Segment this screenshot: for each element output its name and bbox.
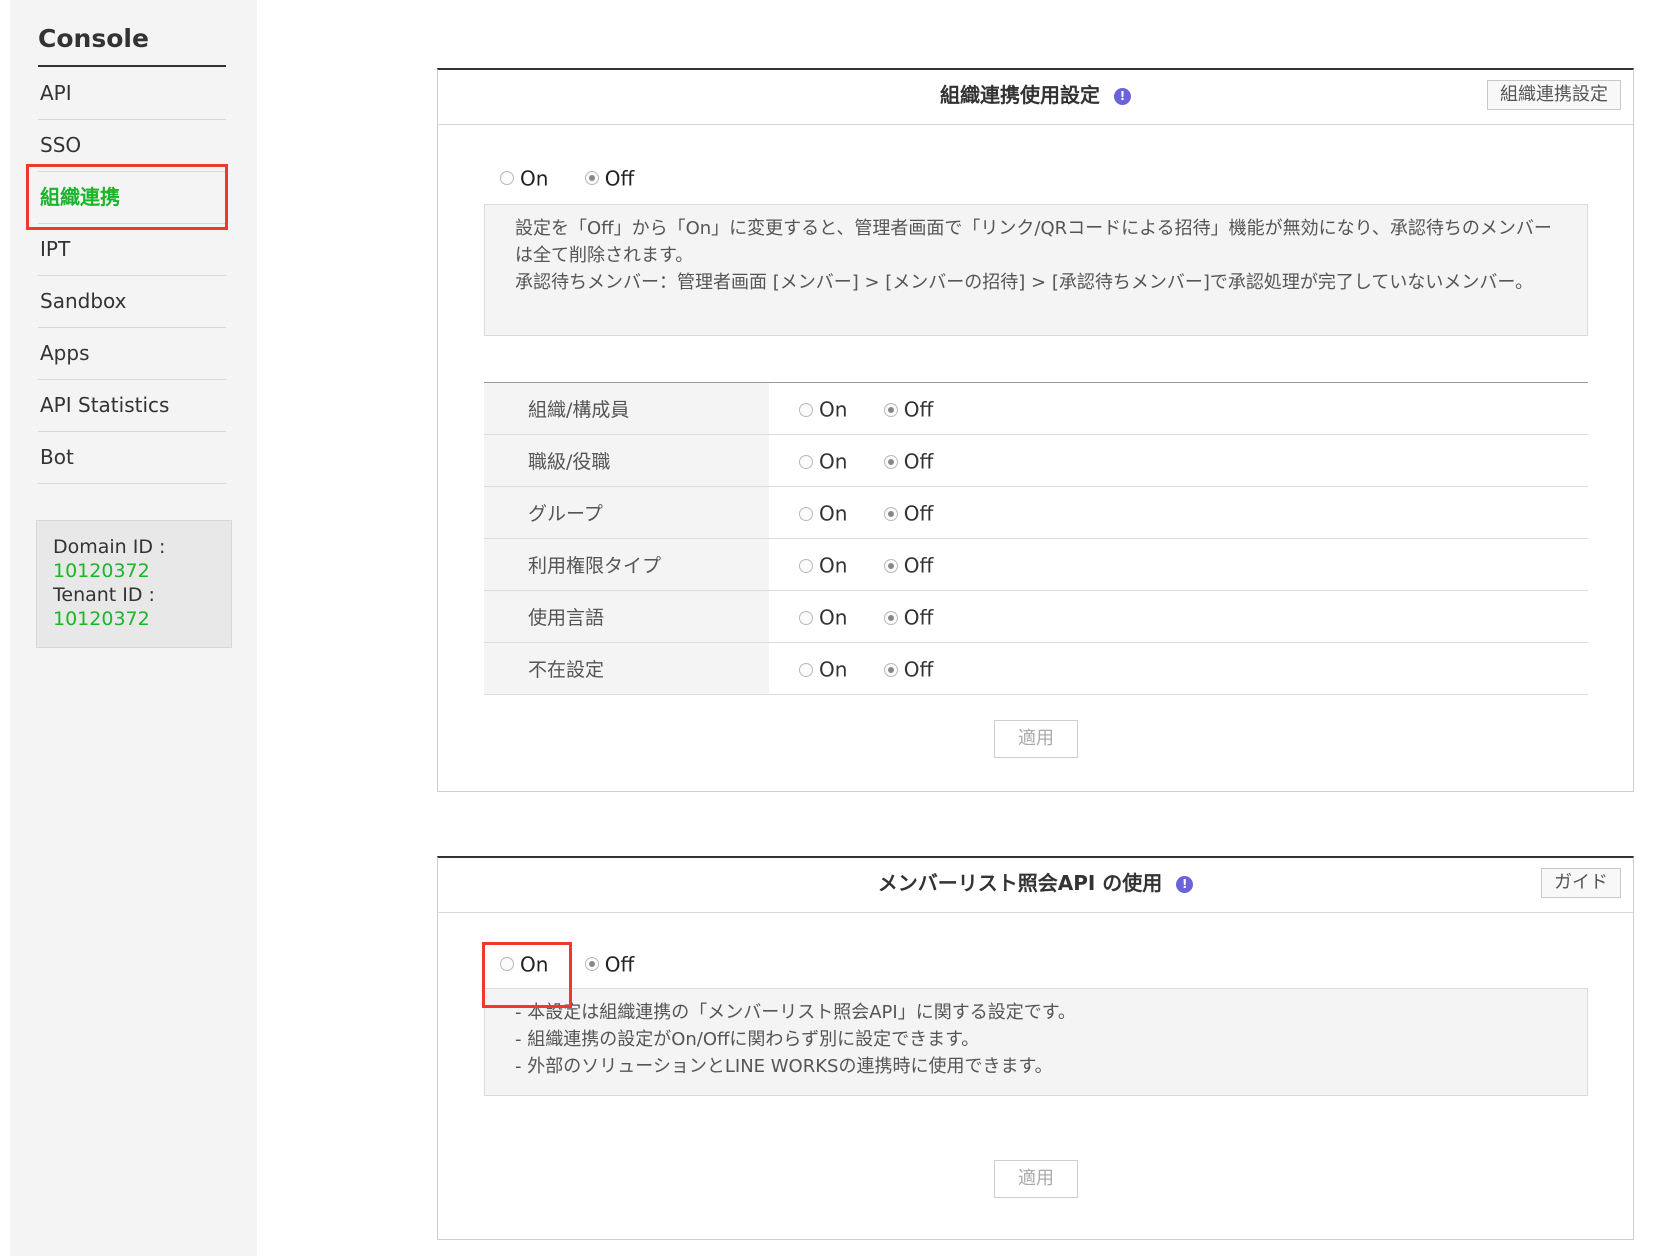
radio-checked-icon	[883, 610, 898, 625]
radio-circle-icon	[500, 171, 514, 186]
table-row: グループ On Off	[484, 486, 1588, 539]
radio-circle-icon	[799, 558, 813, 573]
info-icon[interactable]: !	[1176, 876, 1194, 893]
guide-button[interactable]: ガイド	[1541, 868, 1621, 898]
off-radio[interactable]: Off	[883, 500, 933, 526]
notice-line: 承認待ちメンバー：管理者画面 [メンバー] > [メンバーの招待] > [承認待…	[515, 272, 1534, 293]
org-link-apply-button[interactable]: 適用	[994, 720, 1078, 758]
off-radio[interactable]: Off	[883, 448, 933, 474]
sidebar-item-api-statistics[interactable]: API Statistics	[38, 380, 226, 432]
on-radio[interactable]: On	[799, 500, 847, 526]
on-radio[interactable]: On	[799, 604, 847, 630]
row-options: On Off	[769, 642, 1588, 695]
on-radio[interactable]: On	[799, 552, 847, 578]
radio-checked-icon	[584, 957, 599, 972]
row-label: 職級/役職	[484, 434, 769, 487]
radio-circle-icon	[799, 610, 813, 625]
org-link-master-toggle: On Off	[500, 164, 634, 190]
table-row: 職級/役職 On Off	[484, 434, 1588, 487]
on-radio[interactable]: On	[799, 396, 847, 422]
member-list-api-panel-title: メンバーリスト照会API の使用	[877, 871, 1163, 895]
row-label: 不在設定	[484, 642, 769, 695]
radio-circle-icon	[799, 454, 813, 469]
org-link-items-table: 組織/構成員 On Off 職級/役職 On Off グループ On Off 利…	[484, 382, 1588, 695]
radio-circle-icon	[799, 402, 813, 417]
sidebar-item-sandbox[interactable]: Sandbox	[38, 276, 226, 328]
table-row: 組織/構成員 On Off	[484, 382, 1588, 435]
row-label: 使用言語	[484, 590, 769, 643]
sidebar-item-bot[interactable]: Bot	[38, 432, 226, 484]
sidebar-item-ipt[interactable]: IPT	[38, 224, 226, 276]
on-radio[interactable]: On	[799, 656, 847, 682]
off-radio[interactable]: Off	[883, 656, 933, 682]
table-row: 不在設定 On Off	[484, 642, 1588, 695]
member-list-api-apply-button[interactable]: 適用	[994, 1160, 1078, 1198]
member-list-api-notice: - 本設定は組織連携の「メンバーリスト照会API」に関する設定です。 - 組織連…	[484, 988, 1588, 1096]
radio-circle-icon	[799, 662, 813, 677]
off-radio[interactable]: Off	[883, 396, 933, 422]
radio-circle-icon	[799, 506, 813, 521]
domain-info-box: Domain ID : 10120372 Tenant ID : 1012037…	[36, 520, 232, 648]
off-radio[interactable]: Off	[883, 604, 933, 630]
member-list-api-panel-header: メンバーリスト照会API の使用! ガイド	[438, 858, 1633, 913]
org-link-on-radio[interactable]: On	[500, 165, 548, 190]
org-link-off-radio[interactable]: Off	[584, 165, 634, 190]
info-icon[interactable]: !	[1114, 88, 1131, 105]
org-link-panel-header: 組織連携使用設定! 組織連携設定	[438, 70, 1633, 125]
org-link-panel-title: 組織連携使用設定	[940, 83, 1100, 107]
radio-checked-icon	[584, 171, 599, 186]
member-list-api-panel: メンバーリスト照会API の使用! ガイド On Off - 本設定は組織連携の…	[437, 856, 1634, 1240]
row-label: グループ	[484, 486, 769, 539]
row-label: 利用権限タイプ	[484, 538, 769, 591]
tenant-id-value: 10120372	[53, 608, 150, 630]
notice-line: - 外部のソリューションとLINE WORKSの連携時に使用できます。	[515, 1056, 1053, 1077]
off-radio[interactable]: Off	[883, 552, 933, 578]
console-title: Console	[38, 24, 226, 67]
org-link-settings-button[interactable]: 組織連携設定	[1487, 80, 1621, 110]
row-label: 組織/構成員	[484, 382, 769, 435]
radio-checked-icon	[883, 402, 898, 417]
domain-id-label: Domain ID :	[53, 536, 166, 558]
notice-line: 設定を「Off」から「On」に変更すると、管理者画面で「リンク/QRコードによる…	[515, 218, 1552, 266]
member-api-off-radio[interactable]: Off	[584, 951, 634, 976]
notice-line: - 組織連携の設定がOn/Offに関わらず別に設定できます。	[515, 1029, 980, 1050]
notice-line: - 本設定は組織連携の「メンバーリスト照会API」に関する設定です。	[515, 1002, 1076, 1023]
sidebar-item-apps[interactable]: Apps	[38, 328, 226, 380]
on-radio[interactable]: On	[799, 448, 847, 474]
radio-checked-icon	[883, 558, 898, 573]
table-row: 利用権限タイプ On Off	[484, 538, 1588, 591]
row-options: On Off	[769, 538, 1588, 591]
row-options: On Off	[769, 434, 1588, 487]
row-options: On Off	[769, 486, 1588, 539]
sidebar-item-api[interactable]: API	[38, 68, 226, 120]
org-link-settings-panel: 組織連携使用設定! 組織連携設定 On Off 設定を「Off」から「On」に変…	[437, 68, 1634, 792]
domain-id-value: 10120372	[53, 560, 150, 582]
table-row: 使用言語 On Off	[484, 590, 1588, 643]
radio-checked-icon	[883, 454, 898, 469]
highlight-box-nav	[26, 164, 228, 230]
sidebar-nav: API SSO 組織連携 IPT Sandbox Apps API Statis…	[38, 68, 226, 484]
row-options: On Off	[769, 382, 1588, 435]
highlight-box-on-radio	[482, 942, 572, 1008]
radio-checked-icon	[883, 506, 898, 521]
tenant-id-label: Tenant ID :	[53, 584, 155, 606]
radio-checked-icon	[883, 662, 898, 677]
row-options: On Off	[769, 590, 1588, 643]
org-link-notice: 設定を「Off」から「On」に変更すると、管理者画面で「リンク/QRコードによる…	[484, 204, 1588, 336]
